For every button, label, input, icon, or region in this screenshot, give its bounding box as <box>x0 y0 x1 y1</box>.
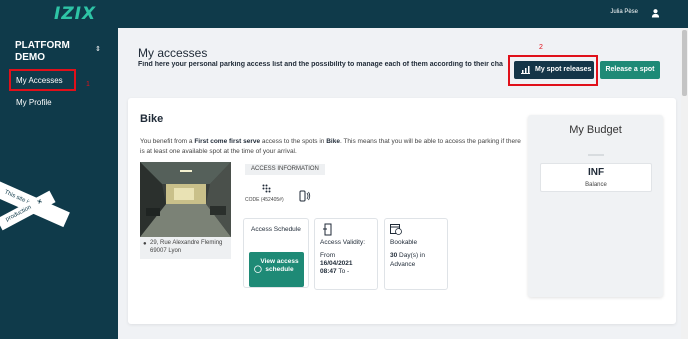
annotation-box-1 <box>9 69 76 91</box>
validity-time-row: 08:47 To - <box>320 268 350 275</box>
access-information-tag: ACCESS INFORMATION <box>245 164 325 175</box>
calendar-clock-icon <box>390 224 402 235</box>
budget-balance-label: Balance <box>585 182 607 188</box>
user-icon[interactable] <box>651 8 660 18</box>
door-icon <box>323 223 332 236</box>
phone-signal-icon[interactable] <box>297 190 311 202</box>
annotation-marker-2: 2 <box>539 44 543 51</box>
user-name[interactable]: Julia Pèse <box>610 9 638 15</box>
clock-icon: ◯ <box>254 266 262 273</box>
annotation-box-2 <box>508 55 598 86</box>
release-a-spot-button[interactable]: Release a spot <box>600 61 660 79</box>
annotation-marker-1: 1 <box>86 81 90 88</box>
view-access-schedule-button[interactable]: ◯ View access schedule <box>249 252 304 287</box>
budget-title: My Budget <box>569 124 622 136</box>
address-box: ● 29, Rue Alexandre Fleming 69007 Lyon <box>140 237 231 259</box>
page-subtitle: Find here your personal parking access l… <box>138 61 503 68</box>
bookable-label: Bookable <box>390 239 418 246</box>
access-description: You benefit from a First come first serv… <box>140 138 521 155</box>
access-name: Bike <box>140 113 164 125</box>
close-icon[interactable]: ✕ <box>36 199 43 207</box>
validity-label: Access Validity: <box>320 239 366 246</box>
platform-selector[interactable]: PLATFORM DEMO <box>15 40 70 64</box>
budget-value: INF <box>587 167 605 178</box>
keypad-icon <box>262 184 271 193</box>
location-pin-icon: ● <box>143 241 147 247</box>
top-bar <box>0 0 688 28</box>
budget-panel <box>528 115 663 297</box>
platform-name-line1: PLATFORM <box>15 40 70 51</box>
schedule-label: Access Schedule <box>251 226 301 233</box>
sidebar-item-my-profile[interactable]: My Profile <box>16 98 52 107</box>
page-title: My accesses <box>138 46 208 60</box>
parking-photo <box>140 162 231 237</box>
chevron-updown-icon[interactable]: ⇕ <box>95 45 101 53</box>
scrollbar-thumb[interactable] <box>682 30 687 96</box>
bookable-days: 30 Day(s) in Advance <box>390 252 426 268</box>
budget-divider <box>588 154 604 156</box>
address-text: 29, Rue Alexandre Fleming 69007 Lyon <box>150 240 223 254</box>
access-code: CODE (452405#) <box>245 197 284 203</box>
app-logo[interactable]: IZIX <box>54 4 96 24</box>
platform-name-line2: DEMO <box>15 52 45 63</box>
